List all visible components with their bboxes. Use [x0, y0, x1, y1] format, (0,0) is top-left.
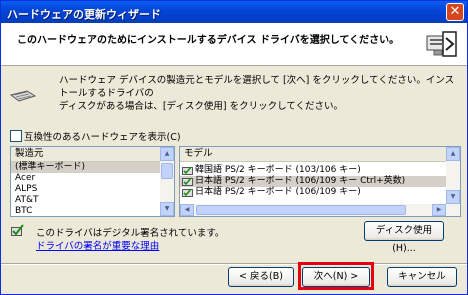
scroll-down-button[interactable]: ▼: [446, 190, 460, 204]
driver-icon: [182, 177, 193, 186]
close-button[interactable]: ✕: [446, 3, 464, 21]
description-line-2: ディスクがある場合は、[ディスク使用] をクリックしてください。: [59, 101, 344, 112]
model-item[interactable]: 韓国語 PS/2 キーボード (103/106 キー): [180, 165, 460, 176]
wizard-header: このハードウェアのためにインストールするデバイス ドライバを選択してください。: [1, 23, 467, 66]
wizard-window: ハードウェアの更新ウィザード ✕ このハードウェアのためにインストールするデバイ…: [0, 0, 468, 295]
footer-separator: [1, 263, 467, 265]
model-list[interactable]: モデル 韓国語 PS/2 キーボード (103/106 キー) 日本語 PS/2…: [179, 146, 461, 217]
compat-hardware-checkbox[interactable]: [10, 130, 22, 142]
keyboard-icon: [9, 90, 37, 102]
manufacturer-item[interactable]: (標準キーボード): [11, 162, 174, 173]
manufacturer-scrollbar[interactable]: ▲ ▼: [160, 147, 174, 216]
description-line-1: ハードウェア デバイスの製造元とモデルを選択して [次へ] をクリックしてくださ…: [59, 75, 455, 99]
scroll-up-button[interactable]: ▲: [160, 147, 174, 161]
have-disk-button[interactable]: ディスク使用(H)...: [364, 221, 444, 254]
signature-info-link[interactable]: ドライバの署名が重要な理由: [36, 238, 159, 252]
scroll-left-button[interactable]: ◀: [180, 204, 194, 216]
scroll-right-button[interactable]: ▶: [432, 204, 446, 216]
model-list-header: モデル: [180, 147, 460, 162]
hardware-wizard-icon: [426, 31, 457, 57]
cancel-button[interactable]: キャンセル: [387, 267, 457, 287]
manufacturer-list-header: 製造元: [11, 147, 174, 162]
title-bar[interactable]: ハードウェアの更新ウィザード ✕: [1, 1, 467, 23]
compat-hardware-label[interactable]: 互換性のあるハードウェアを表示(C): [24, 129, 181, 143]
back-button[interactable]: < 戻る(B): [228, 267, 294, 287]
manufacturer-item[interactable]: ALPS: [11, 184, 174, 195]
model-item[interactable]: 日本語 PS/2 キーボード (106/109 キー): [180, 187, 460, 198]
signed-driver-icon: [11, 224, 24, 236]
description-text: ハードウェア デバイスの製造元とモデルを選択して [次へ] をクリックしてくださ…: [59, 74, 459, 113]
scroll-down-button[interactable]: ▼: [160, 202, 174, 216]
scroll-up-button[interactable]: ▲: [446, 147, 460, 161]
model-item[interactable]: 日本語 PS/2 キーボード (106/109 キー Ctrl+英数): [180, 176, 460, 187]
model-vscrollbar[interactable]: ▲ ▼: [446, 147, 460, 216]
manufacturer-item[interactable]: BTC: [11, 206, 174, 216]
manufacturer-item[interactable]: Acer: [11, 173, 174, 184]
header-heading: このハードウェアのためにインストールするデバイス ドライバを選択してください。: [17, 35, 400, 46]
next-button-highlight: [298, 262, 374, 290]
signature-status-text: このドライバはデジタル署名されています。: [36, 228, 225, 239]
scroll-thumb[interactable]: [196, 205, 406, 215]
model-item-label: 日本語 PS/2 キーボード (106/109 キー): [195, 187, 361, 197]
manufacturer-list[interactable]: 製造元 (標準キーボード) Acer ALPS AT&T BTC ▲ ▼: [10, 146, 175, 217]
driver-icon: [182, 166, 193, 175]
manufacturer-item[interactable]: AT&T: [11, 195, 174, 206]
window-title: ハードウェアの更新ウィザード: [7, 8, 161, 21]
scroll-thumb[interactable]: [161, 163, 173, 179]
model-hscrollbar[interactable]: ◀ ▶: [180, 204, 446, 216]
model-item-label: 日本語 PS/2 キーボード (106/109 キー Ctrl+英数): [195, 176, 406, 186]
driver-icon: [182, 188, 193, 197]
model-item-label: 韓国語 PS/2 キーボード (103/106 キー): [195, 165, 361, 175]
